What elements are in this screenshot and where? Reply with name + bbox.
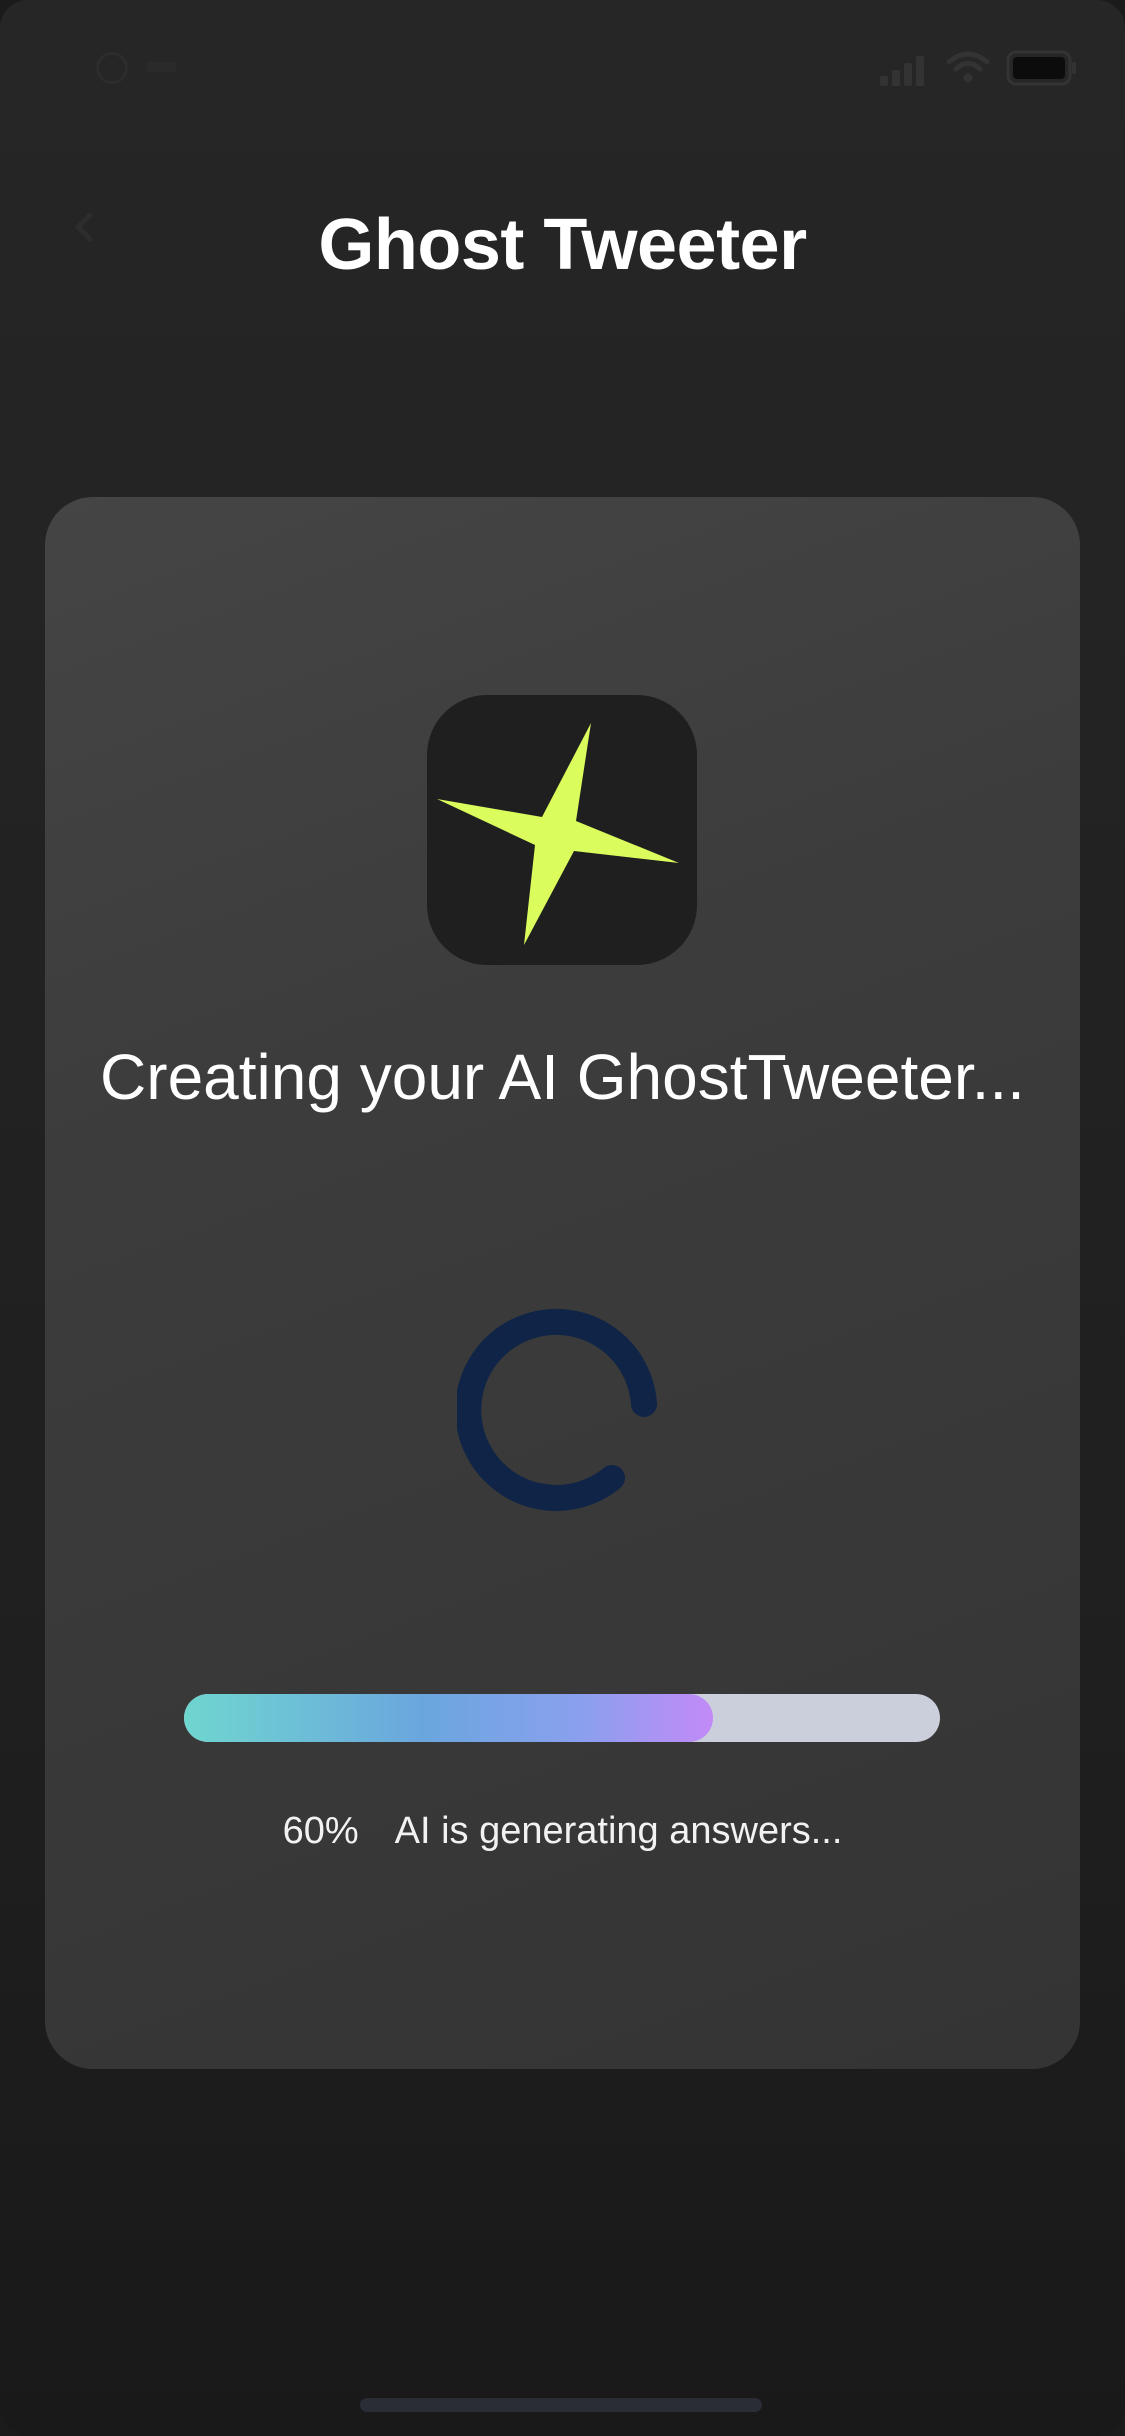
- progress-message: AI is generating answers...: [394, 1810, 843, 1852]
- status-time-ghost: [96, 48, 186, 88]
- battery-icon: [1006, 50, 1076, 86]
- progress-bar: [184, 1694, 940, 1742]
- progress-card: Creating your AI GhostTweeter... 60% AI i…: [45, 497, 1080, 2069]
- app-screen: Ghost Tweeter Creating your AI GhostTwee…: [0, 0, 1125, 2436]
- page-title: Ghost Tweeter: [318, 205, 807, 285]
- home-indicator[interactable]: [360, 2398, 762, 2412]
- progress-bar-fill: [184, 1694, 714, 1742]
- signal-icon: [880, 56, 924, 86]
- status-bar: [0, 0, 1125, 130]
- status-heading: Creating your AI GhostTweeter...: [100, 1041, 1025, 1113]
- progress-status: 60% AI is generating answers...: [45, 1807, 1080, 1855]
- loading-spinner-icon: [457, 1308, 657, 1511]
- progress-percent: 60%: [282, 1810, 359, 1852]
- wifi-icon: [946, 51, 990, 83]
- app-logo: [427, 695, 697, 965]
- four-point-star-icon: [437, 723, 679, 945]
